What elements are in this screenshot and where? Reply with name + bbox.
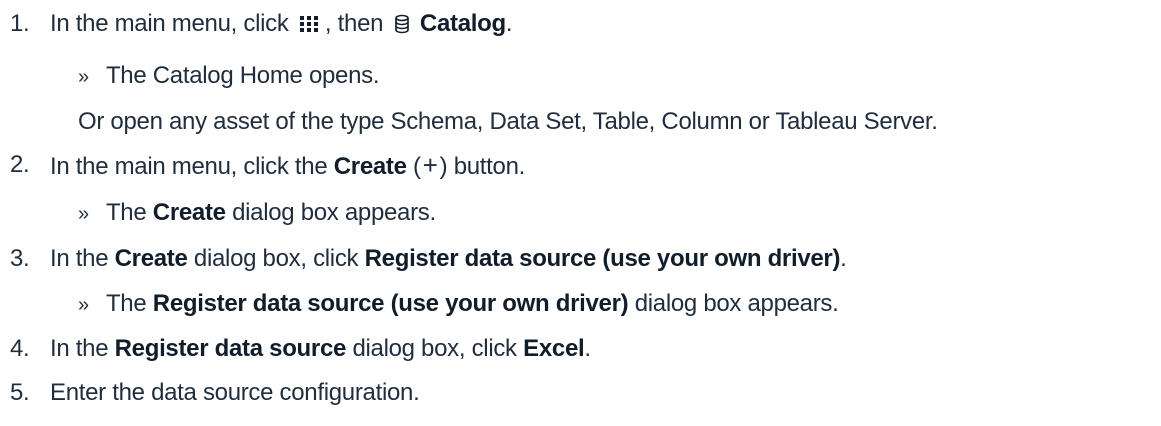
apps-grid-icon <box>299 12 321 42</box>
alternative-text: Or open any asset of the type Schema, Da… <box>78 108 938 135</box>
excel-label: Excel <box>523 335 585 362</box>
plus-icon: + <box>422 150 438 180</box>
result-marker: » <box>78 203 89 225</box>
step-number: 1. <box>10 10 30 37</box>
result-marker: » <box>78 66 89 88</box>
catalog-label: Catalog <box>419 10 506 37</box>
step-number: 5. <box>10 379 30 406</box>
step-number: 2. <box>10 151 30 178</box>
create-label: Create <box>333 153 407 180</box>
step-number: 3. <box>10 245 30 272</box>
result-marker: » <box>78 294 89 316</box>
instruction-list: 1. In the main menu, click , then Catalo… <box>10 10 938 406</box>
step-text: In the main menu, click <box>50 10 289 37</box>
step-text: Enter the data source configuration. <box>50 379 420 406</box>
register-data-source-label: Register data source (use your own drive… <box>364 245 841 272</box>
step-number: 4. <box>10 335 30 362</box>
result-text: The Catalog Home opens. <box>105 62 380 89</box>
database-icon <box>394 12 410 42</box>
